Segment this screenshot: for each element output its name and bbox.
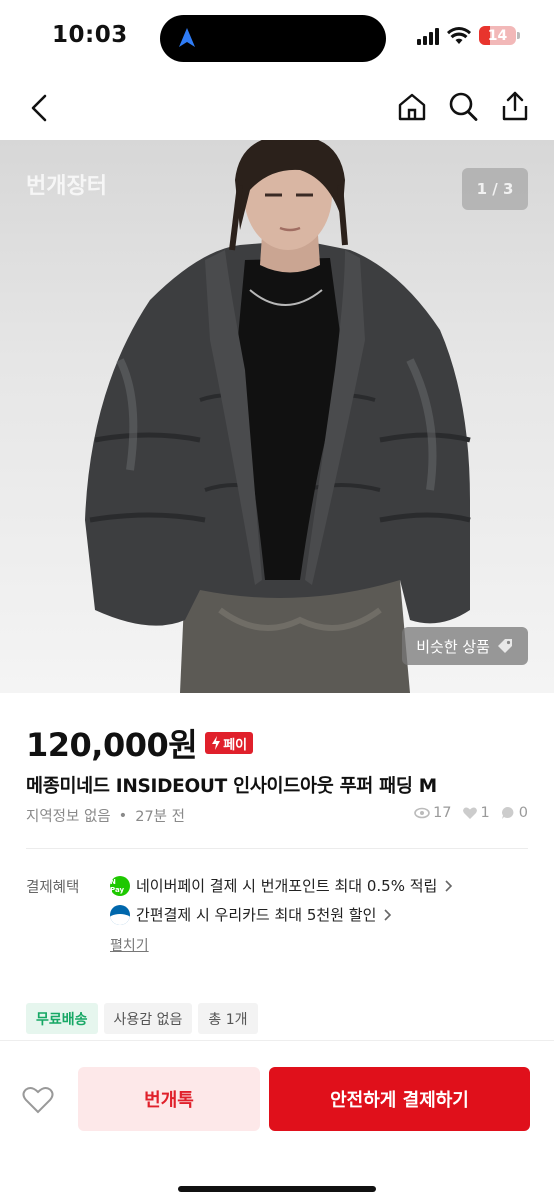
home-indicator [178,1186,376,1192]
benefit-woori-card[interactable]: 간편결제 시 우리카드 최대 5천원 할인 [110,904,392,925]
views-stat: 17 [414,805,452,821]
similar-products-label: 비슷한 상품 [416,637,490,656]
product-meta: 지역정보 없음 • 27분 전 [26,805,185,826]
chats-count: 0 [518,805,528,821]
woori-card-icon [110,904,130,925]
heart-outline-icon[interactable] [22,1085,54,1115]
expand-benefits-link[interactable]: 펼치기 [110,935,149,955]
product-price: 120,000원 [26,726,198,764]
bottom-action-bar: 번개톡 안전하게 결제하기 [0,1040,554,1200]
likes-count: 1 [480,805,490,821]
status-indicators: 14 [417,26,520,45]
navigation-arrow-icon [179,28,195,47]
status-time: 10:03 [52,22,128,48]
tag-condition: 사용감 없음 [103,1003,193,1034]
safe-pay-button[interactable]: 안전하게 결제하기 [269,1067,530,1131]
tag-icon [498,639,512,653]
chat-bubble-icon [501,807,514,819]
tag-quantity: 총 1개 [198,1003,258,1034]
benefit-npay[interactable]: N Pay 네이버페이 결제 시 번개포인트 최대 0.5% 적립 [110,875,453,896]
benefit-npay-text: 네이버페이 결제 시 번개포인트 최대 0.5% 적립 [136,877,438,895]
views-count: 17 [433,805,452,821]
battery-icon: 14 [479,26,516,45]
heart-icon [462,807,477,819]
product-stats: 17 1 0 [414,805,528,821]
pay-badge: 페이 [205,732,254,754]
product-tags: 무료배송 사용감 없음 총 1개 [26,1003,258,1034]
battery-level: 14 [487,27,508,44]
product-image-carousel[interactable]: 번개장터 1 / 3 비슷한 상품 [0,140,554,693]
price-row: 120,000원 페이 [26,720,254,766]
product-photo-jacket [85,140,471,693]
dynamic-island [160,15,386,62]
product-title: 메종미네드 INSIDEOUT 인사이드아웃 푸퍼 패딩 M [26,776,437,797]
home-icon[interactable] [397,92,427,122]
benefit-woori-text: 간편결제 시 우리카드 최대 5천원 할인 [136,906,377,924]
likes-stat: 1 [462,805,490,821]
pay-badge-label: 페이 [223,737,248,753]
back-arrow-icon[interactable] [26,92,54,124]
brand-watermark: 번개장터 [26,174,107,199]
image-counter: 1 / 3 [462,168,528,210]
npay-icon: N Pay [110,875,130,896]
meta-separator: • [118,807,128,824]
lightning-icon [212,736,221,750]
benefit-label: 결제혜택 [26,880,80,896]
chat-button[interactable]: 번개톡 [78,1067,260,1131]
eye-icon [414,807,430,819]
top-nav [0,76,554,140]
share-icon[interactable] [500,90,530,122]
section-divider [26,848,528,849]
posted-time: 27분 전 [135,809,185,825]
status-bar: 10:03 14 [0,0,554,76]
search-icon[interactable] [448,91,478,123]
location-text: 지역정보 없음 [26,809,111,825]
similar-products-button[interactable]: 비슷한 상품 [402,627,528,665]
tag-free-shipping: 무료배송 [26,1003,98,1034]
wifi-icon [447,26,471,44]
chevron-right-icon [445,879,453,892]
chats-stat: 0 [500,805,528,821]
cellular-signal-icon [417,27,439,45]
chevron-right-icon [384,908,392,921]
